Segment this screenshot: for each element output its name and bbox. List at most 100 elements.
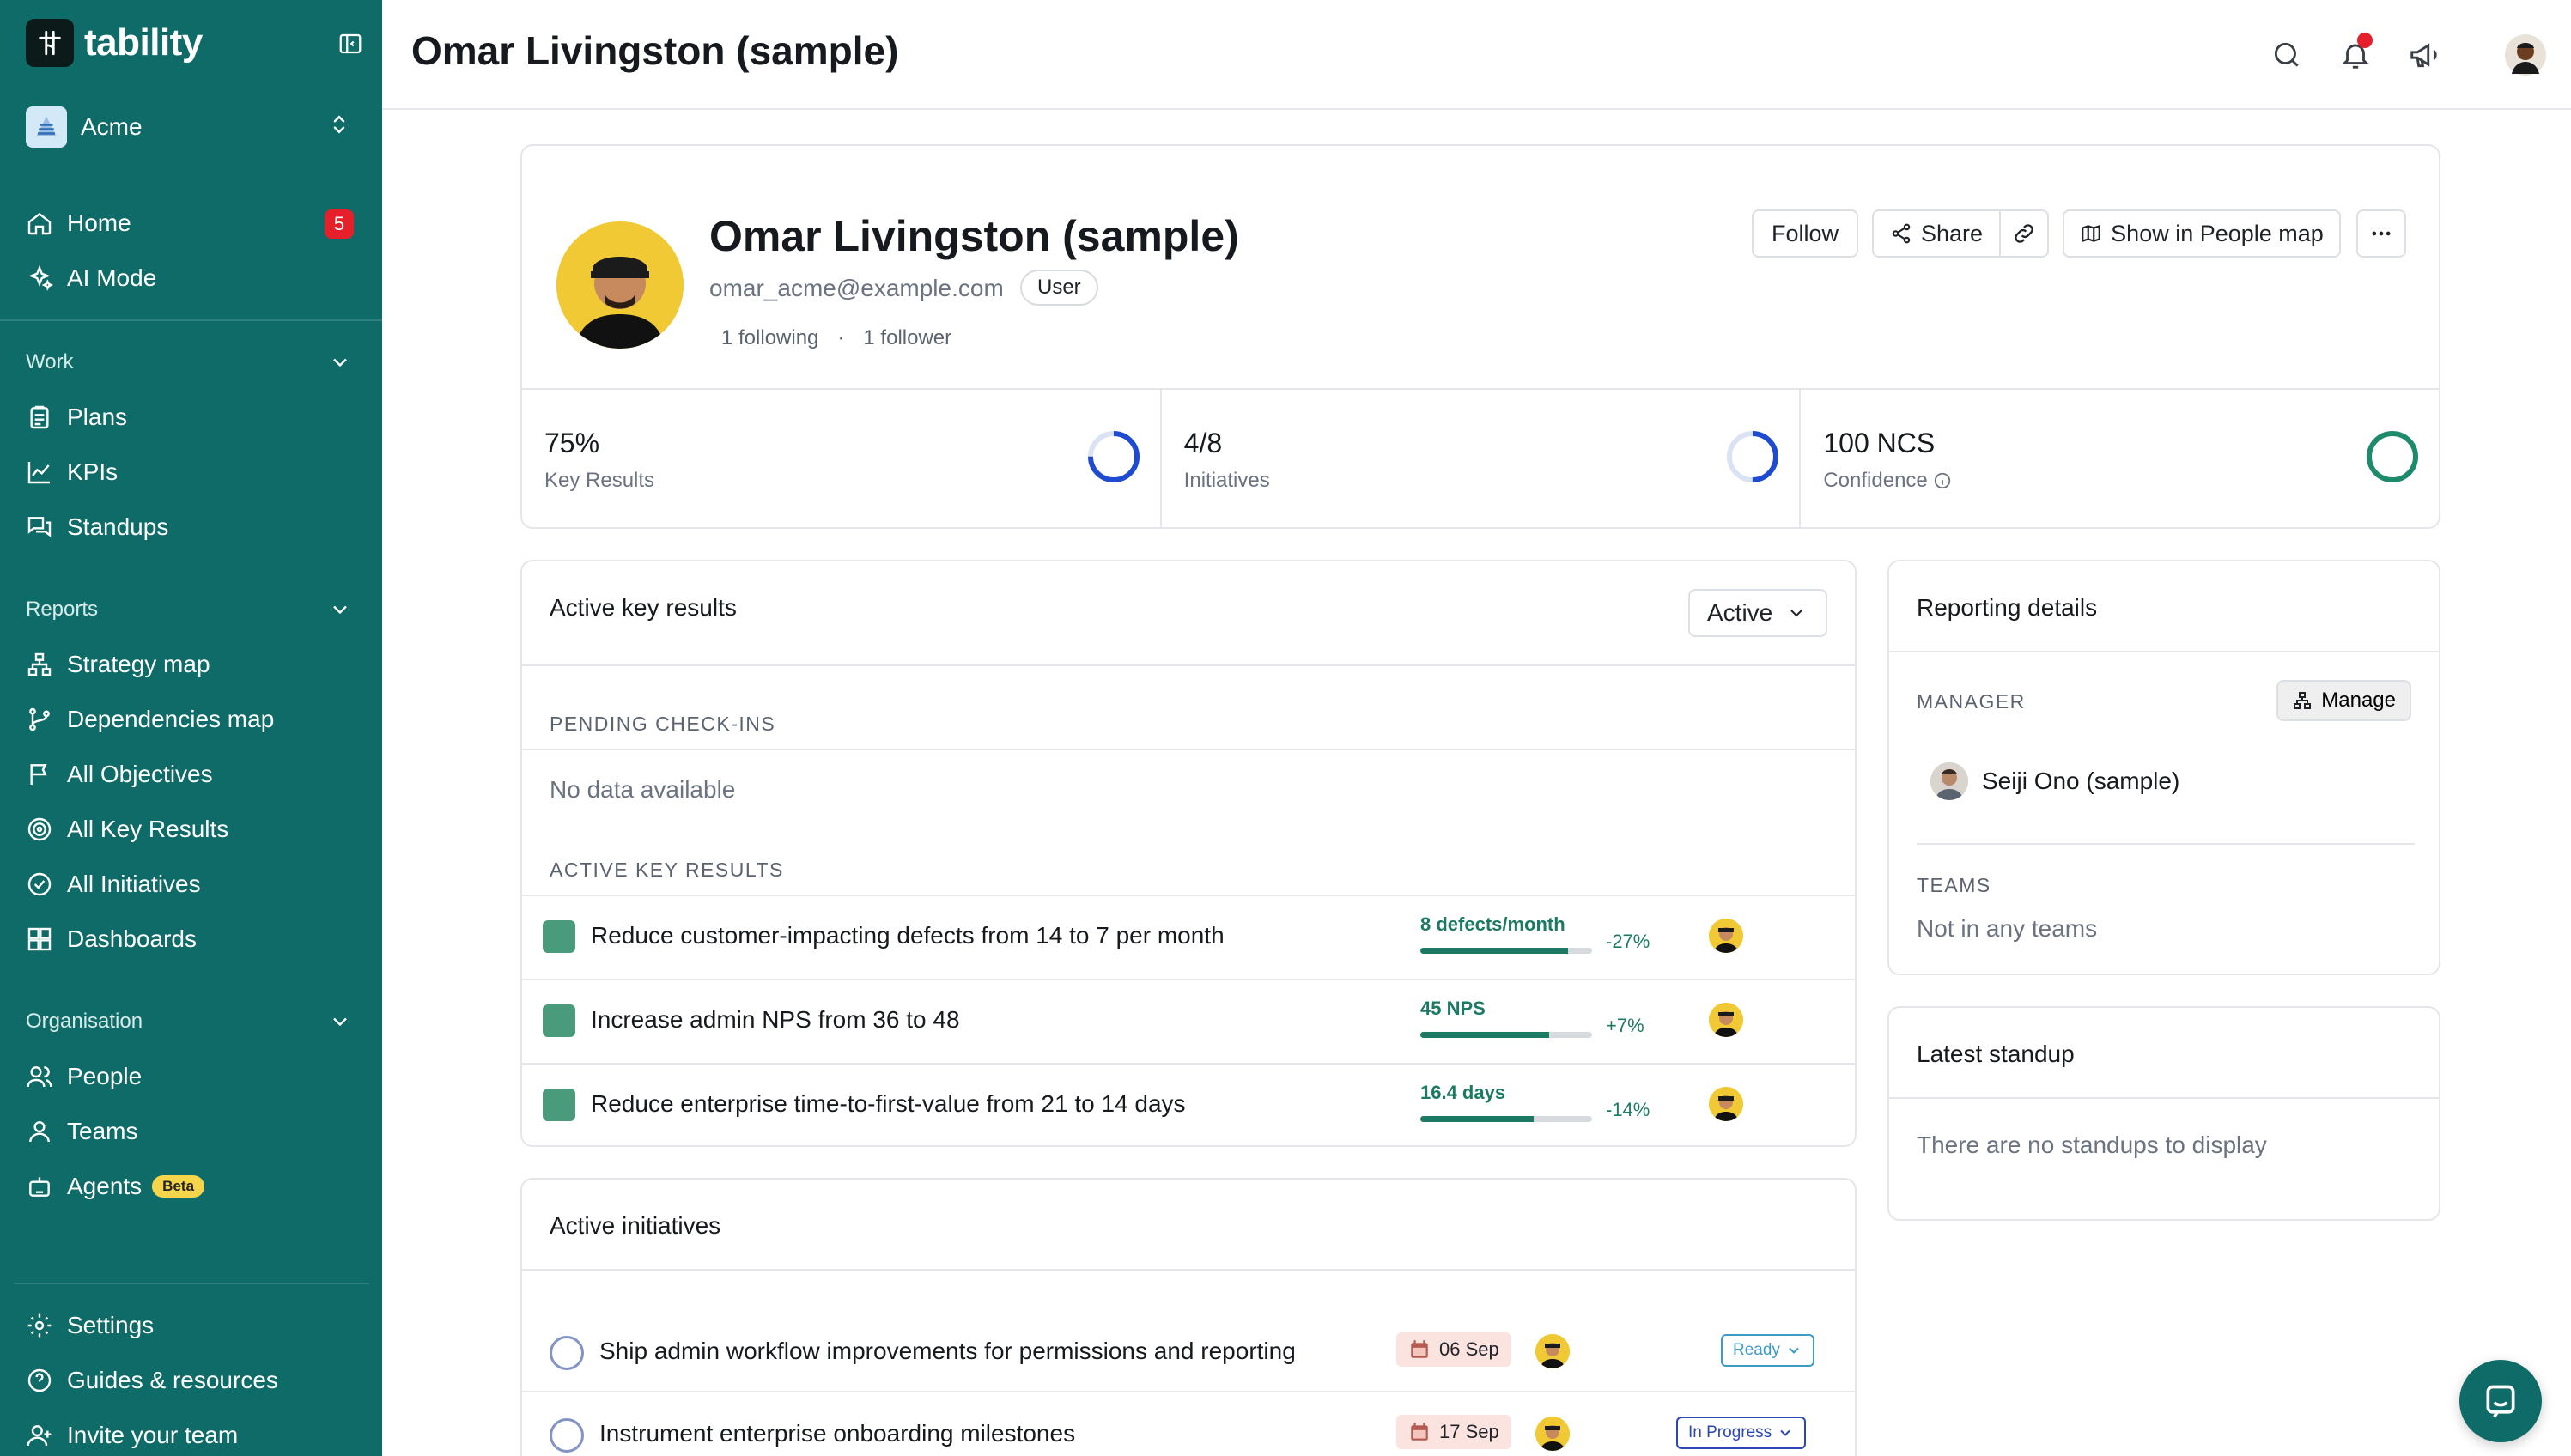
pending-checkins-heading: PENDING CHECK-INS: [550, 713, 776, 735]
logo[interactable]: tability: [26, 17, 365, 69]
user-avatar[interactable]: [2505, 34, 2546, 76]
sidebar-section-reports[interactable]: Reports: [26, 592, 352, 627]
search-icon[interactable]: [2266, 34, 2307, 76]
sidebar-section-work[interactable]: Work: [26, 345, 352, 379]
sidebar-item-teams[interactable]: Teams: [26, 1109, 361, 1154]
key-result-title[interactable]: Increase admin NPS from 36 to 48: [591, 1006, 960, 1034]
calendar-icon: [1411, 1340, 1428, 1358]
sidebar-item-all-initiatives[interactable]: All Initiatives: [26, 862, 361, 907]
manage-button[interactable]: Manage: [2276, 680, 2411, 721]
initiative-row[interactable]: Instrument enterprise onboarding milesto…: [522, 1392, 1855, 1456]
megaphone-icon[interactable]: [2404, 34, 2445, 76]
copy-link-button[interactable]: [1999, 209, 2049, 258]
separator-dot: ·: [837, 326, 845, 349]
dropdown-value: Active: [1707, 599, 1773, 626]
sidebar: tability Acme Home 5 AI Mode Work Plans …: [0, 0, 382, 1456]
sidebar-item-all-objectives[interactable]: All Objectives: [26, 752, 361, 797]
initiative-status-circle[interactable]: [550, 1418, 584, 1453]
empty-state-text: No data available: [550, 776, 736, 803]
initiative-row[interactable]: Ship admin workflow improvements for per…: [522, 1310, 1855, 1391]
sidebar-item-settings[interactable]: Settings: [26, 1303, 361, 1348]
sidebar-item-label: Dependencies map: [67, 706, 275, 732]
profile-email: omar_acme@example.com: [709, 275, 1004, 301]
sidebar-item-label: Settings: [67, 1312, 155, 1338]
workspace-switcher[interactable]: Acme: [26, 103, 352, 151]
status-filter-dropdown[interactable]: Active: [1688, 589, 1827, 637]
sidebar-item-label: Plans: [67, 403, 128, 430]
hierarchy-icon: [27, 652, 52, 676]
key-result-row[interactable]: Increase admin NPS from 36 to 48 45 NPS …: [522, 979, 1855, 1061]
sidebar-item-home[interactable]: Home 5: [26, 201, 361, 246]
sidebar-item-strategy-map[interactable]: Strategy map: [26, 642, 361, 687]
key-result-title[interactable]: Reduce customer-impacting defects from 1…: [591, 922, 1225, 949]
owner-avatar[interactable]: [1535, 1334, 1570, 1368]
initiative-status-circle[interactable]: [550, 1336, 584, 1370]
key-result-delta: -27%: [1606, 931, 1650, 952]
show-in-people-map-button[interactable]: Show in People map: [2063, 209, 2341, 258]
flag-icon: [30, 764, 47, 785]
manager-heading: MANAGER: [1917, 690, 2026, 713]
tability-logo-icon: [26, 19, 74, 67]
sidebar-item-dependencies-map[interactable]: Dependencies map: [26, 697, 361, 742]
owner-avatar[interactable]: [1709, 919, 1743, 953]
sidebar-item-label: All Objectives: [67, 761, 213, 787]
sidebar-item-invite[interactable]: Invite your team: [26, 1413, 361, 1456]
sidebar-item-guides[interactable]: Guides & resources: [26, 1358, 361, 1403]
key-result-row[interactable]: Reduce enterprise time-to-first-value fr…: [522, 1063, 1855, 1145]
progress-ring: [1727, 431, 1779, 482]
empty-state-text: There are no standups to display: [1917, 1131, 2267, 1158]
initiative-title[interactable]: Instrument enterprise onboarding milesto…: [599, 1420, 1075, 1447]
more-horizontal-icon: [2372, 231, 2391, 236]
chevron-down-icon: [333, 358, 347, 367]
sidebar-item-label: People: [67, 1063, 143, 1089]
chat-icon: [2486, 1385, 2515, 1418]
role-badge: User: [1020, 270, 1098, 306]
owner-avatar[interactable]: [1535, 1417, 1570, 1451]
more-options-button[interactable]: [2356, 209, 2406, 258]
owner-avatar[interactable]: [1709, 1003, 1743, 1037]
map-icon: [2082, 224, 2101, 243]
sidebar-item-kpis[interactable]: KPIs: [26, 450, 361, 494]
manager-name[interactable]: Seiji Ono (sample): [1982, 767, 2179, 795]
sidebar-item-label: All Key Results: [67, 816, 229, 842]
info-icon[interactable]: [1933, 471, 1952, 490]
sidebar-item-agents[interactable]: Agents Beta: [26, 1164, 361, 1209]
share-button[interactable]: Share: [1872, 209, 2001, 258]
initiative-title[interactable]: Ship admin workflow improvements for per…: [599, 1338, 1296, 1365]
follower-count[interactable]: 1 follower: [863, 326, 951, 350]
key-result-delta: -14%: [1606, 1099, 1650, 1120]
initiative-status-dropdown[interactable]: In Progress: [1676, 1417, 1807, 1449]
sidebar-item-people[interactable]: People: [26, 1054, 361, 1099]
profile-avatar: [556, 221, 684, 349]
due-date-text: 06 Sep: [1439, 1338, 1499, 1360]
sidebar-item-plans[interactable]: Plans: [26, 395, 361, 440]
sidebar-item-ai-mode[interactable]: AI Mode: [26, 256, 361, 300]
support-chat-button[interactable]: [2459, 1360, 2542, 1442]
bell-icon[interactable]: [2335, 33, 2376, 76]
stat-value: 100 NCS: [1823, 428, 1936, 458]
follow-button[interactable]: Follow: [1752, 209, 1858, 258]
sidebar-item-standups[interactable]: Standups: [26, 505, 361, 549]
key-result-row[interactable]: Reduce customer-impacting defects from 1…: [522, 895, 1855, 977]
key-result-status-icon: [543, 920, 575, 953]
sidebar-item-all-key-results[interactable]: All Key Results: [26, 807, 361, 852]
sidebar-item-dashboards[interactable]: Dashboards: [26, 917, 361, 962]
sidebar-divider: [0, 319, 382, 321]
key-result-title[interactable]: Reduce enterprise time-to-first-value fr…: [591, 1090, 1186, 1118]
sidebar-section-organisation[interactable]: Organisation: [26, 1004, 352, 1039]
following-count[interactable]: 1 following: [721, 326, 818, 350]
chart-line-icon: [27, 462, 50, 484]
divider: [1889, 651, 2439, 652]
workspace-logo-icon: [26, 106, 67, 148]
latest-standup-card: Latest standup There are no standups to …: [1887, 1006, 2440, 1221]
ring-fill: [2367, 431, 2419, 482]
manager-avatar[interactable]: [1930, 762, 1968, 800]
stat-value: 75%: [544, 428, 600, 458]
collapse-sidebar-icon[interactable]: [336, 29, 365, 58]
initiative-status-dropdown[interactable]: Ready: [1721, 1334, 1814, 1367]
sidebar-item-label: Dashboards: [67, 925, 197, 952]
card-title: Active initiatives: [550, 1212, 721, 1239]
button-label: Manage: [2321, 689, 2396, 712]
owner-avatar[interactable]: [1709, 1087, 1743, 1121]
active-key-results-card: Active key results Active PENDING CHECK-…: [520, 560, 1857, 1147]
